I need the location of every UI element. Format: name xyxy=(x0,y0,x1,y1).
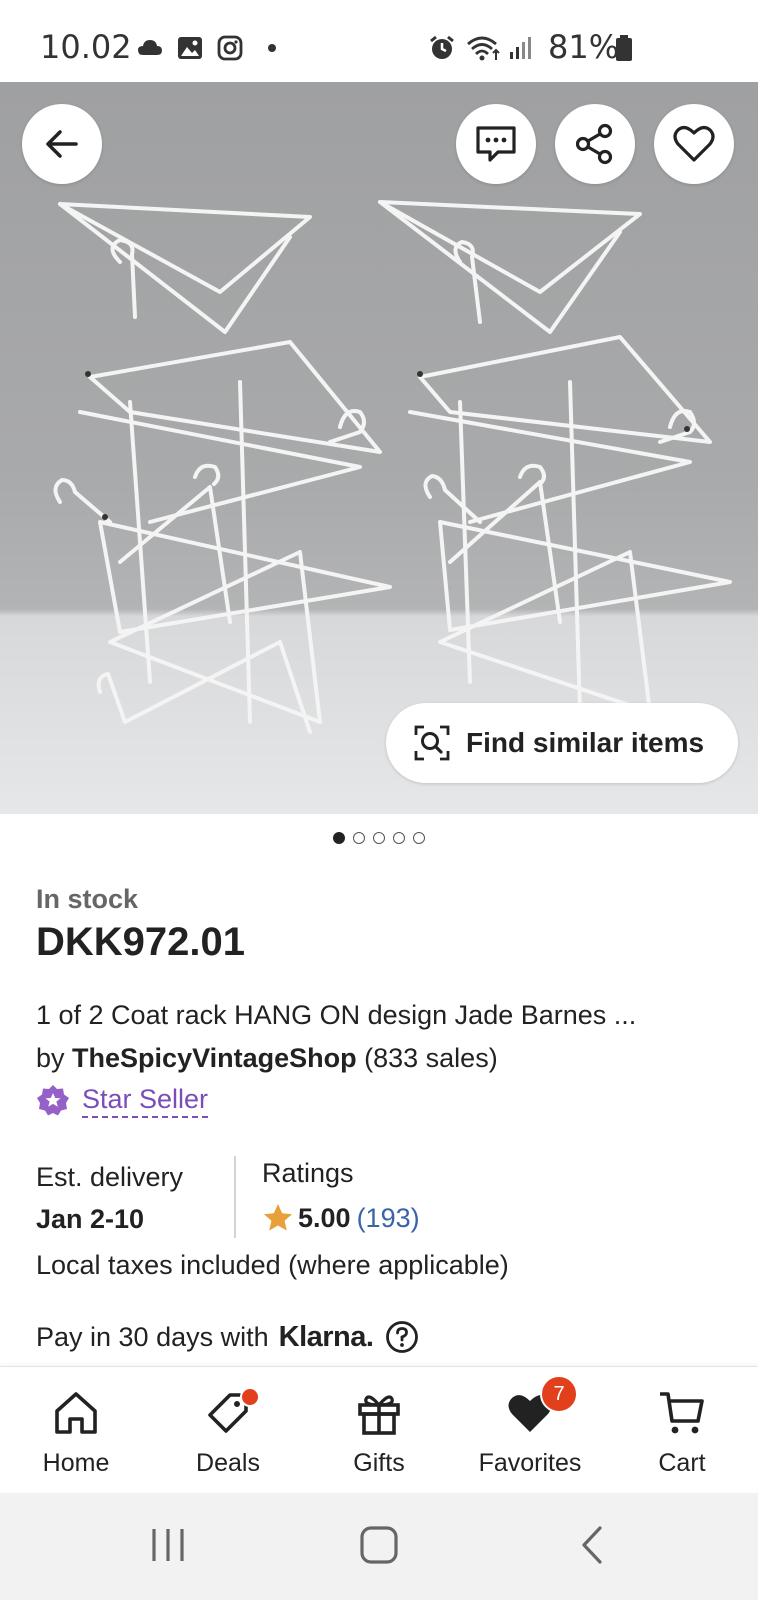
ratings-summary[interactable]: 5.00 (193) xyxy=(262,1202,420,1234)
help-icon[interactable] xyxy=(385,1320,419,1354)
back-system-icon[interactable] xyxy=(574,1525,614,1565)
home-system-icon[interactable] xyxy=(359,1525,399,1565)
product-price: DKK972.01 xyxy=(36,920,246,964)
bottom-navigation: Home Deals Gifts 7 Favorites Cart xyxy=(0,1366,758,1494)
seller-sales: (833 sales) xyxy=(364,1043,498,1073)
delivery-value: Jan 2-10 xyxy=(36,1204,145,1234)
nav-home[interactable]: Home xyxy=(6,1367,146,1494)
battery-percentage: 81% xyxy=(548,28,620,66)
ratings-label: Ratings xyxy=(262,1158,354,1188)
share-icon xyxy=(575,123,613,165)
status-time: 10.02 xyxy=(40,28,132,66)
nav-deals[interactable]: Deals xyxy=(158,1367,298,1494)
carousel-dot[interactable] xyxy=(393,832,405,844)
carousel-dot[interactable] xyxy=(373,832,385,844)
cloud-icon xyxy=(138,40,162,55)
nav-favorites[interactable]: 7 Favorites xyxy=(460,1367,600,1494)
home-icon xyxy=(55,1392,97,1434)
star-seller-badge[interactable]: Star Seller xyxy=(36,1084,209,1118)
delivery-label: Est. delivery xyxy=(36,1162,184,1192)
stock-status: In stock xyxy=(36,884,139,914)
battery-icon xyxy=(616,35,632,61)
wifi-icon xyxy=(467,36,500,61)
message-icon xyxy=(476,126,516,162)
system-navigation-bar xyxy=(0,1493,758,1600)
carousel-dot[interactable] xyxy=(353,832,365,844)
status-bar: 10.02 81% xyxy=(0,0,758,82)
nav-gifts[interactable]: Gifts xyxy=(309,1367,449,1494)
rating-star-icon xyxy=(264,1204,292,1231)
find-similar-label: Find similar items xyxy=(466,727,705,758)
carousel-indicator xyxy=(0,832,758,848)
nav-cart[interactable]: Cart xyxy=(612,1367,752,1494)
seller-name-link[interactable]: TheSpicyVintageShop xyxy=(72,1043,357,1073)
taxes-note: Local taxes included (where applicable) xyxy=(36,1250,509,1280)
nav-gifts-label: Gifts xyxy=(353,1449,405,1477)
message-seller-button[interactable] xyxy=(456,104,536,184)
klarna-info: Pay in 30 days with Klarna. xyxy=(36,1320,419,1354)
favorites-badge: 7 xyxy=(540,1375,578,1413)
star-seller-label: Star Seller xyxy=(82,1084,209,1118)
info-divider xyxy=(234,1156,236,1238)
favorite-button[interactable] xyxy=(654,104,734,184)
nav-deals-label: Deals xyxy=(196,1449,260,1477)
cart-icon xyxy=(660,1392,704,1434)
image-icon xyxy=(178,37,202,59)
alarm-icon xyxy=(430,35,454,59)
find-similar-button[interactable]: Find similar items xyxy=(386,703,738,783)
back-button[interactable] xyxy=(22,104,102,184)
klarna-logo: Klarna. xyxy=(278,1320,374,1353)
back-arrow-icon xyxy=(46,130,78,158)
nav-cart-label: Cart xyxy=(658,1449,706,1477)
product-title[interactable]: 1 of 2 Coat rack HANG ON design Jade Bar… xyxy=(36,1000,726,1031)
carousel-dot[interactable] xyxy=(413,832,425,844)
deals-badge-dot xyxy=(240,1387,260,1407)
klarna-text: Pay in 30 days with xyxy=(36,1321,269,1352)
nav-home-label: Home xyxy=(42,1449,110,1477)
carousel-dot[interactable] xyxy=(333,832,345,844)
instagram-icon xyxy=(217,35,243,61)
rating-score: 5.00 xyxy=(298,1202,351,1233)
dot-icon xyxy=(268,44,276,52)
recent-apps-icon[interactable] xyxy=(148,1525,188,1565)
rating-count-link[interactable]: (193) xyxy=(357,1203,420,1234)
heart-outline-icon xyxy=(673,126,715,162)
nav-favorites-label: Favorites xyxy=(478,1449,582,1477)
gift-icon xyxy=(358,1395,400,1435)
star-seller-icon xyxy=(37,1085,69,1116)
seller-prefix: by xyxy=(36,1043,65,1073)
share-button[interactable] xyxy=(555,104,635,184)
visual-search-icon xyxy=(414,725,450,761)
signal-icon xyxy=(510,37,531,59)
product-image-carousel[interactable]: Find similar items xyxy=(0,82,758,814)
seller-line: by TheSpicyVintageShop (833 sales) xyxy=(36,1043,498,1074)
